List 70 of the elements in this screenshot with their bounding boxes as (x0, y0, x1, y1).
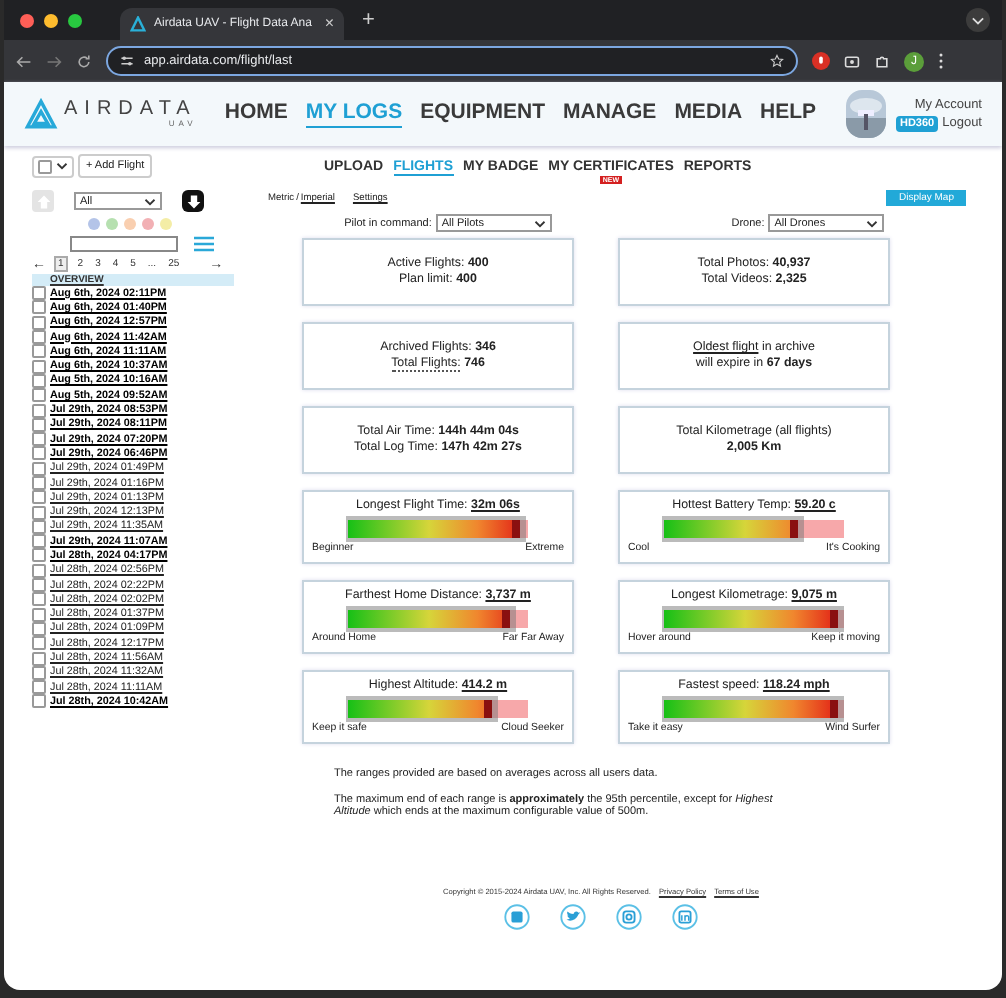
tab-close-button[interactable]: × (324, 16, 334, 32)
checkbox[interactable] (32, 286, 46, 301)
star-icon[interactable] (770, 54, 784, 68)
checkbox[interactable] (32, 578, 46, 593)
record-icon[interactable] (812, 52, 830, 70)
checkbox[interactable] (32, 694, 46, 709)
checkbox[interactable] (32, 344, 46, 359)
checkbox[interactable] (32, 461, 46, 476)
nav-link[interactable]: MANAGE (563, 100, 657, 128)
screen-icon[interactable] (844, 53, 860, 69)
nav-link[interactable]: HELP (760, 100, 817, 128)
checkbox[interactable] (32, 476, 46, 490)
forward-icon[interactable] (46, 53, 62, 69)
color-tag-dot[interactable] (124, 218, 136, 230)
checkbox[interactable] (32, 505, 46, 520)
back-icon[interactable] (16, 53, 32, 69)
checkbox[interactable] (32, 534, 46, 549)
social-icon[interactable] (560, 903, 586, 930)
up-arrow-icon (35, 193, 51, 209)
close-window-button[interactable] (20, 13, 34, 27)
checkbox[interactable] (32, 388, 46, 403)
color-tag-dot[interactable] (160, 218, 172, 230)
checkbox[interactable] (32, 373, 46, 388)
caret-icon (533, 219, 546, 227)
checkbox[interactable] (32, 330, 46, 345)
social-icon[interactable] (672, 903, 698, 930)
select-all-dropdown[interactable] (32, 155, 74, 177)
social-icon[interactable] (504, 903, 530, 930)
checkbox[interactable] (32, 651, 46, 666)
checkbox[interactable] (32, 446, 46, 461)
minimize-window-button[interactable] (44, 13, 58, 27)
checkbox[interactable] (32, 519, 46, 534)
social-icon[interactable] (616, 903, 642, 930)
checkbox[interactable] (32, 563, 46, 578)
checkbox[interactable] (32, 636, 46, 651)
nav-link[interactable]: HOME (224, 100, 288, 128)
search-field[interactable] (70, 236, 178, 252)
checkbox[interactable] (32, 592, 46, 607)
logo-text: AIRDATA (64, 100, 197, 120)
caret-icon (144, 197, 156, 205)
triangle-logo-icon (130, 16, 146, 32)
checkbox[interactable] (32, 300, 46, 315)
down-arrow-icon (185, 193, 201, 209)
menu-icon[interactable] (938, 52, 944, 70)
checkbox[interactable] (32, 665, 46, 680)
color-tag-dot[interactable] (106, 218, 118, 230)
checkbox[interactable] (32, 621, 46, 636)
site-settings-icon[interactable] (120, 54, 134, 68)
checkbox[interactable] (32, 403, 46, 418)
color-tag-dot[interactable] (142, 218, 154, 230)
tab-list-icon[interactable] (966, 8, 990, 32)
zoom-window-button[interactable] (68, 13, 82, 27)
caret-icon (56, 162, 68, 170)
logo-icon (24, 97, 58, 131)
nav-link[interactable]: MEDIA (674, 100, 743, 128)
checkbox[interactable] (32, 490, 46, 505)
move-down-button[interactable] (182, 190, 204, 212)
checkbox[interactable] (32, 548, 46, 563)
color-tag-dot[interactable] (88, 218, 100, 230)
puzzle-icon[interactable] (874, 53, 890, 69)
caret-icon (866, 219, 879, 227)
checkbox[interactable] (32, 607, 46, 622)
checkbox[interactable] (32, 432, 46, 447)
checkbox[interactable] (32, 359, 46, 374)
checkbox[interactable] (32, 417, 46, 432)
reload-icon[interactable] (76, 53, 92, 69)
checkbox[interactable] (32, 680, 46, 695)
nav-link[interactable]: EQUIPMENT (420, 100, 546, 128)
checkbox[interactable] (32, 315, 46, 330)
new-tab-button[interactable]: + (362, 9, 375, 31)
